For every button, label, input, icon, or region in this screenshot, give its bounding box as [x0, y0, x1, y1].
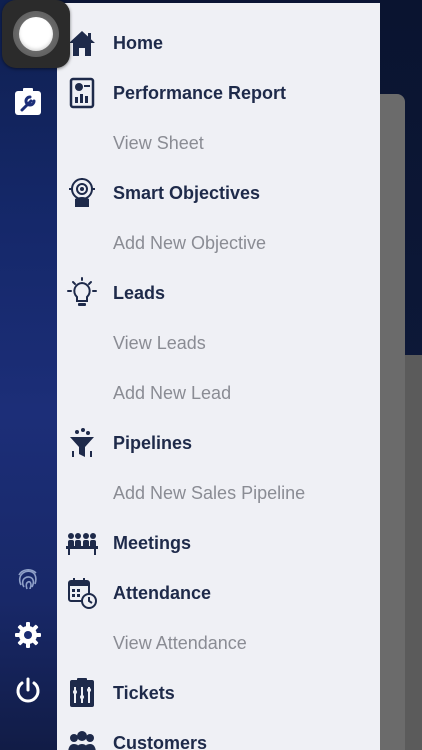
- menu-item-home[interactable]: Home: [57, 18, 380, 68]
- submenu-item-add-new-lead[interactable]: Add New Lead: [57, 368, 380, 418]
- gear-icon[interactable]: [12, 619, 44, 651]
- menu-item-leads[interactable]: Leads: [57, 268, 380, 318]
- side-rail: [0, 0, 57, 750]
- menu-item-label: Customers: [113, 732, 208, 750]
- bulb-icon: [66, 276, 98, 310]
- submenu-item-label: View Leads: [113, 332, 206, 353]
- drawer-top-divider: [57, 0, 380, 3]
- submenu-item-view-leads[interactable]: View Leads: [57, 318, 380, 368]
- fingerprint-icon[interactable]: [12, 563, 44, 595]
- submenu-item-view-attendance[interactable]: View Attendance: [57, 618, 380, 668]
- calendar-clock-icon: [66, 576, 98, 610]
- submenu-item-add-new-sales-pipeline[interactable]: Add New Sales Pipeline: [57, 468, 380, 518]
- menu-item-label: Attendance: [113, 582, 212, 603]
- menu-item-tickets[interactable]: Tickets: [57, 668, 380, 718]
- meeting-icon: [66, 526, 98, 560]
- menu-item-attendance[interactable]: Attendance: [57, 568, 380, 618]
- menu-item-smart-objectives[interactable]: Smart Objectives: [57, 168, 380, 218]
- submenu-item-label: Add New Lead: [113, 382, 232, 403]
- power-icon[interactable]: [12, 674, 44, 706]
- menu-item-label: Meetings: [113, 532, 192, 553]
- submenu-item-add-new-objective[interactable]: Add New Objective: [57, 218, 380, 268]
- funnel-icon: [66, 426, 98, 460]
- menu-item-performance-report[interactable]: Performance Report: [57, 68, 380, 118]
- objectives-icon: [66, 176, 98, 210]
- submenu-item-label: Add New Objective: [113, 232, 267, 253]
- menu-item-meetings[interactable]: Meetings: [57, 518, 380, 568]
- submenu-item-label: Add New Sales Pipeline: [113, 482, 306, 503]
- navigation-drawer: Home Performance Report View Sheet Smart…: [57, 0, 380, 750]
- menu-item-label: Home: [113, 32, 164, 53]
- assistive-touch-button[interactable]: [2, 0, 70, 68]
- menu-item-label: Smart Objectives: [113, 182, 261, 203]
- background-card: [380, 94, 405, 750]
- tickets-icon: [66, 676, 98, 710]
- menu-item-label: Tickets: [113, 682, 175, 703]
- tools-icon[interactable]: [12, 86, 44, 118]
- background-strip: [405, 355, 422, 750]
- menu-item-label: Leads: [113, 282, 166, 303]
- submenu-item-label: View Sheet: [113, 132, 204, 153]
- menu-item-customers[interactable]: Customers: [57, 718, 380, 750]
- customers-icon: [66, 726, 98, 750]
- submenu-item-label: View Attendance: [113, 632, 247, 653]
- report-icon: [66, 76, 98, 110]
- menu-item-label: Performance Report: [113, 82, 287, 103]
- menu-item-pipelines[interactable]: Pipelines: [57, 418, 380, 468]
- submenu-item-view-sheet[interactable]: View Sheet: [57, 118, 380, 168]
- home-icon: [66, 26, 98, 60]
- menu-item-label: Pipelines: [113, 432, 193, 453]
